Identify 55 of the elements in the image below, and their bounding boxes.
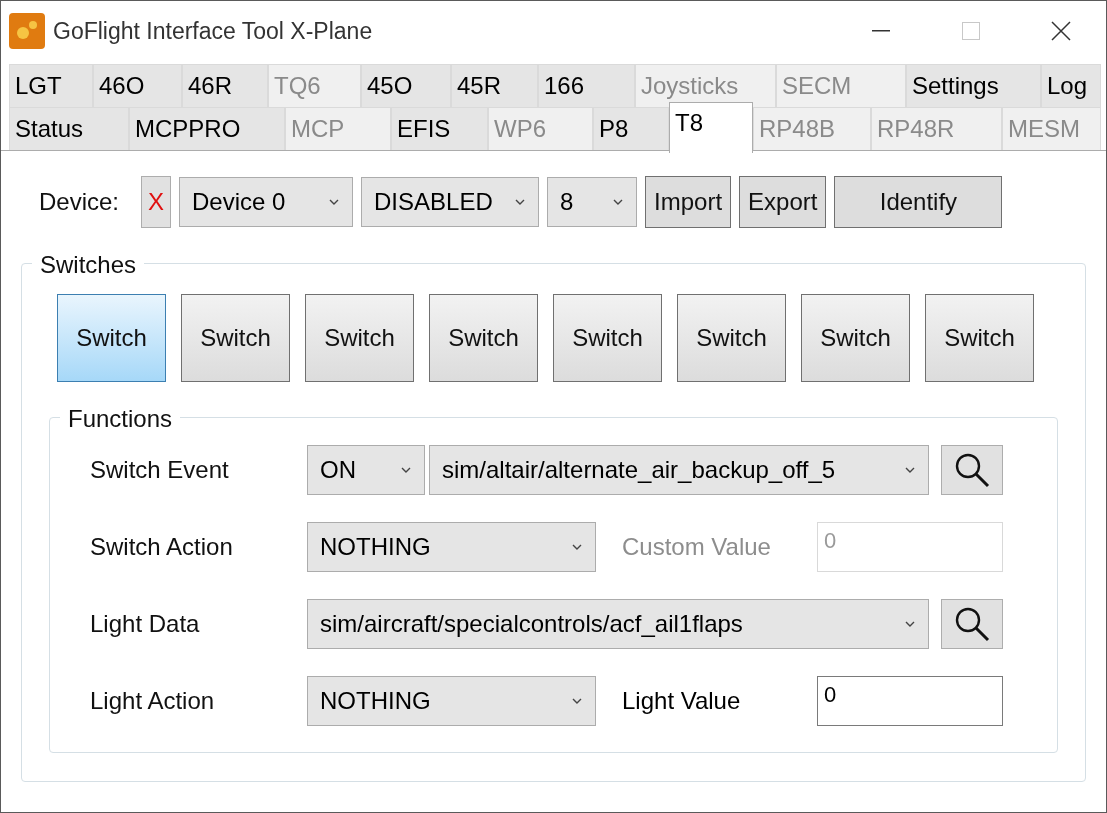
search-button[interactable]: [941, 599, 1003, 649]
maximize-icon: [962, 22, 980, 40]
chevron-down-icon: [400, 466, 412, 474]
tab[interactable]: 45O: [361, 64, 451, 107]
switch-button[interactable]: Switch: [429, 294, 538, 382]
field-label: Light Data: [90, 609, 201, 639]
close-icon: [1051, 21, 1071, 41]
switch-button[interactable]: Switch: [305, 294, 414, 382]
gear-app-icon: [9, 13, 45, 49]
chevron-down-icon: [571, 543, 583, 551]
dropdown[interactable]: NOTHING: [307, 676, 596, 726]
chevron-down-icon: [514, 198, 527, 206]
action-button[interactable]: Identify: [834, 176, 1003, 228]
tab[interactable]: EFIS: [391, 107, 488, 150]
field-label: Light Action: [90, 686, 216, 716]
dropdown[interactable]: sim/altair/alternate_air_backup_off_5: [429, 445, 929, 495]
window-title: GoFlight Interface Tool X-Plane: [53, 16, 373, 46]
chevron-down-icon: [571, 697, 583, 705]
switch-button[interactable]: Switch: [553, 294, 662, 382]
tab[interactable]: MCPPRO: [129, 107, 285, 150]
tab[interactable]: Settings: [906, 64, 1041, 107]
device-label: Device:: [39, 187, 120, 217]
action-button[interactable]: Export: [739, 176, 827, 228]
action-button[interactable]: Import: [645, 176, 732, 228]
search-button[interactable]: [941, 445, 1003, 495]
field-label: Switch Action: [90, 532, 234, 562]
dropdown[interactable]: ON: [307, 445, 425, 495]
value-label: Custom Value: [622, 532, 772, 562]
value-field[interactable]: 0: [817, 676, 1003, 726]
tab[interactable]: 45R: [451, 64, 538, 107]
chevron-down-icon: [612, 198, 625, 206]
dropdown[interactable]: sim/aircraft/specialcontrols/acf_ail1flaps: [307, 599, 929, 649]
dropdown[interactable]: DISABLED: [361, 177, 540, 227]
chevron-down-icon: [904, 466, 916, 474]
tab[interactable]: 166: [538, 64, 635, 107]
switch-button[interactable]: Switch: [677, 294, 786, 382]
tab[interactable]: LGT: [9, 64, 93, 107]
dropdown[interactable]: 8: [547, 177, 638, 227]
switch-button[interactable]: Switch: [181, 294, 290, 382]
field-label: Switch Event: [90, 455, 230, 485]
switch-button[interactable]: Switch: [801, 294, 910, 382]
chevron-down-icon: [328, 198, 341, 206]
tab[interactable]: Status: [9, 107, 129, 150]
switch-button[interactable]: Switch: [57, 294, 166, 382]
chevron-down-icon: [904, 620, 916, 628]
tab[interactable]: Log: [1041, 64, 1101, 107]
tab[interactable]: 46O: [93, 64, 182, 107]
tab[interactable]: 46R: [182, 64, 268, 107]
tab[interactable]: P8: [593, 107, 669, 150]
switch-button[interactable]: Switch: [925, 294, 1034, 382]
status-indicator: X: [141, 176, 172, 228]
tab[interactable]: T8: [669, 102, 753, 153]
value-label: Light Value: [622, 686, 742, 716]
minimize-icon: [872, 30, 890, 32]
dropdown[interactable]: Device 0: [179, 177, 354, 227]
